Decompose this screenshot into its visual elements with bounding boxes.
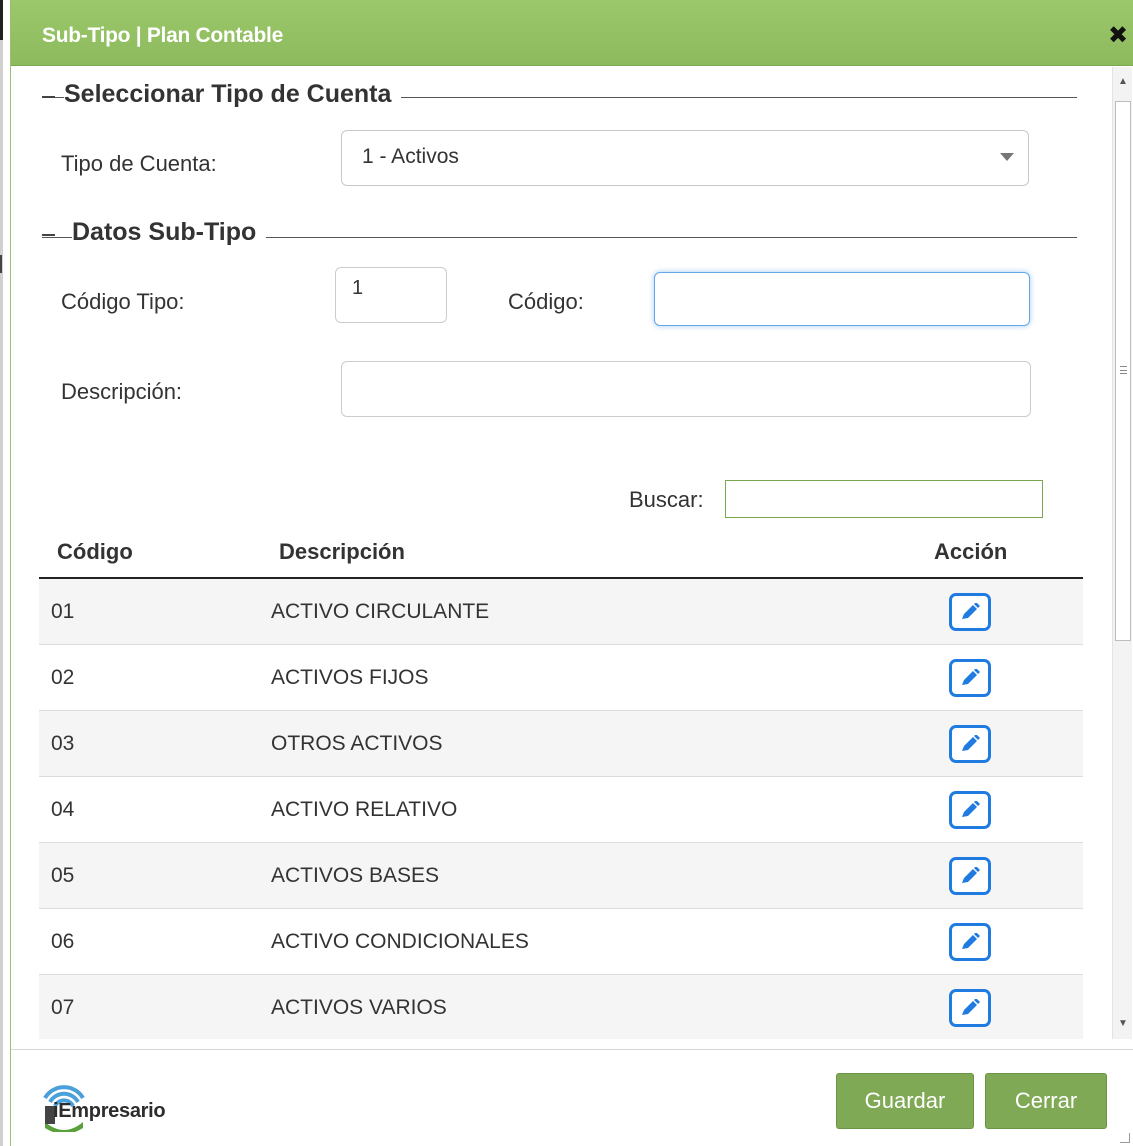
tipo-cuenta-label: Tipo de Cuenta: [61,151,217,176]
table-row: 07 ACTIVOS VARIOS [39,975,1083,1039]
dialog-titlebar[interactable]: Sub-Tipo | Plan Contable ✖ [11,0,1133,66]
sub-tipo-dialog: Sub-Tipo | Plan Contable ✖ Seleccionar T… [10,0,1133,1146]
column-header-codigo[interactable]: Código [57,539,133,565]
table-header: Código Descripción Acción [39,529,1083,579]
legend-dash [42,96,55,98]
edit-button[interactable] [949,989,991,1027]
cerrar-button[interactable]: Cerrar [985,1073,1107,1129]
edit-button[interactable] [949,593,991,631]
dialog-content: Seleccionar Tipo de Cuenta Tipo de Cuent… [11,67,1112,1039]
edit-button[interactable] [949,923,991,961]
page-edge-mark [0,255,2,273]
row-codigo: 05 [51,864,75,887]
subtipo-table: Código Descripción Acción 01 ACTIVO CIRC… [39,529,1083,1039]
row-codigo: 03 [51,732,75,755]
row-descripcion: OTROS ACTIVOS [271,732,443,755]
edit-button[interactable] [949,725,991,763]
row-codigo: 06 [51,930,75,953]
table-row: 05 ACTIVOS BASES [39,843,1083,909]
edit-pencil-icon [962,603,980,619]
row-descripcion: ACTIVOS BASES [271,864,440,887]
edit-pencil-icon [962,999,980,1015]
descripcion-label: Descripción: [61,379,183,404]
logo-text: iEmpresario [53,1100,166,1122]
table-row: 01 ACTIVO CIRCULANTE [39,579,1083,645]
section-datos-legend: Datos Sub-Tipo [42,218,1077,248]
table-row: 02 ACTIVOS FIJOS [39,645,1083,711]
row-descripcion: ACTIVOS VARIOS [271,996,447,1019]
grip-icon [1120,366,1127,374]
scrollbar-thumb[interactable] [1115,101,1131,641]
row-descripcion: ACTIVO CIRCULANTE [271,600,490,623]
search-label: Buscar: [629,487,704,512]
search-input[interactable] [725,480,1043,518]
row-codigo: 04 [51,798,75,821]
section-tipo-legend: Seleccionar Tipo de Cuenta [42,80,1077,110]
column-header-accion: Acción [934,539,1008,564]
edit-pencil-icon [962,801,980,817]
section-tipo-title: Seleccionar Tipo de Cuenta [64,80,402,109]
edit-pencil-icon [962,669,980,685]
page-edge [0,0,3,1146]
edit-button[interactable] [949,791,991,829]
dialog-title: Sub-Tipo | Plan Contable [42,24,283,47]
close-icon[interactable]: ✖ [1106,24,1130,48]
table-row: 03 OTROS ACTIVOS [39,711,1083,777]
row-codigo: 02 [51,666,75,689]
edit-pencil-icon [962,867,980,883]
row-descripcion: ACTIVOS FIJOS [271,666,429,689]
edit-button[interactable] [949,857,991,895]
edit-pencil-icon [962,735,980,751]
resize-handle[interactable] [1120,1133,1130,1143]
descripcion-input[interactable] [341,361,1031,417]
tipo-cuenta-selected: 1 - Activos [362,145,459,168]
codigo-input[interactable] [654,272,1030,326]
row-codigo: 07 [51,996,75,1019]
codigo-label: Código: [508,289,584,314]
row-descripcion: ACTIVO RELATIVO [271,798,458,821]
footer-divider [11,1049,1133,1050]
column-header-descripcion[interactable]: Descripción [279,539,405,565]
guardar-button[interactable]: Guardar [836,1073,974,1129]
table-row: 04 ACTIVO RELATIVO [39,777,1083,843]
codigo-tipo-input[interactable] [335,267,447,323]
edit-pencil-icon [962,933,980,949]
page-edge-mark [0,0,3,40]
row-descripcion: ACTIVO CONDICIONALES [271,930,529,953]
edit-button[interactable] [949,659,991,697]
scroll-up-arrow-icon[interactable]: ▲ [1113,67,1133,97]
legend-dash [42,234,55,236]
scroll-down-arrow-icon[interactable]: ▼ [1113,1009,1133,1039]
iempresario-logo: iEmpresario [41,1076,221,1132]
tipo-cuenta-select[interactable]: 1 - Activos [341,130,1029,186]
table-row: 06 ACTIVO CONDICIONALES [39,909,1083,975]
vertical-scrollbar[interactable]: ▲ ▼ [1112,67,1132,1039]
section-datos-title: Datos Sub-Tipo [72,218,267,247]
codigo-tipo-label: Código Tipo: [61,289,185,314]
row-codigo: 01 [51,600,75,623]
chevron-down-icon [1000,153,1014,161]
